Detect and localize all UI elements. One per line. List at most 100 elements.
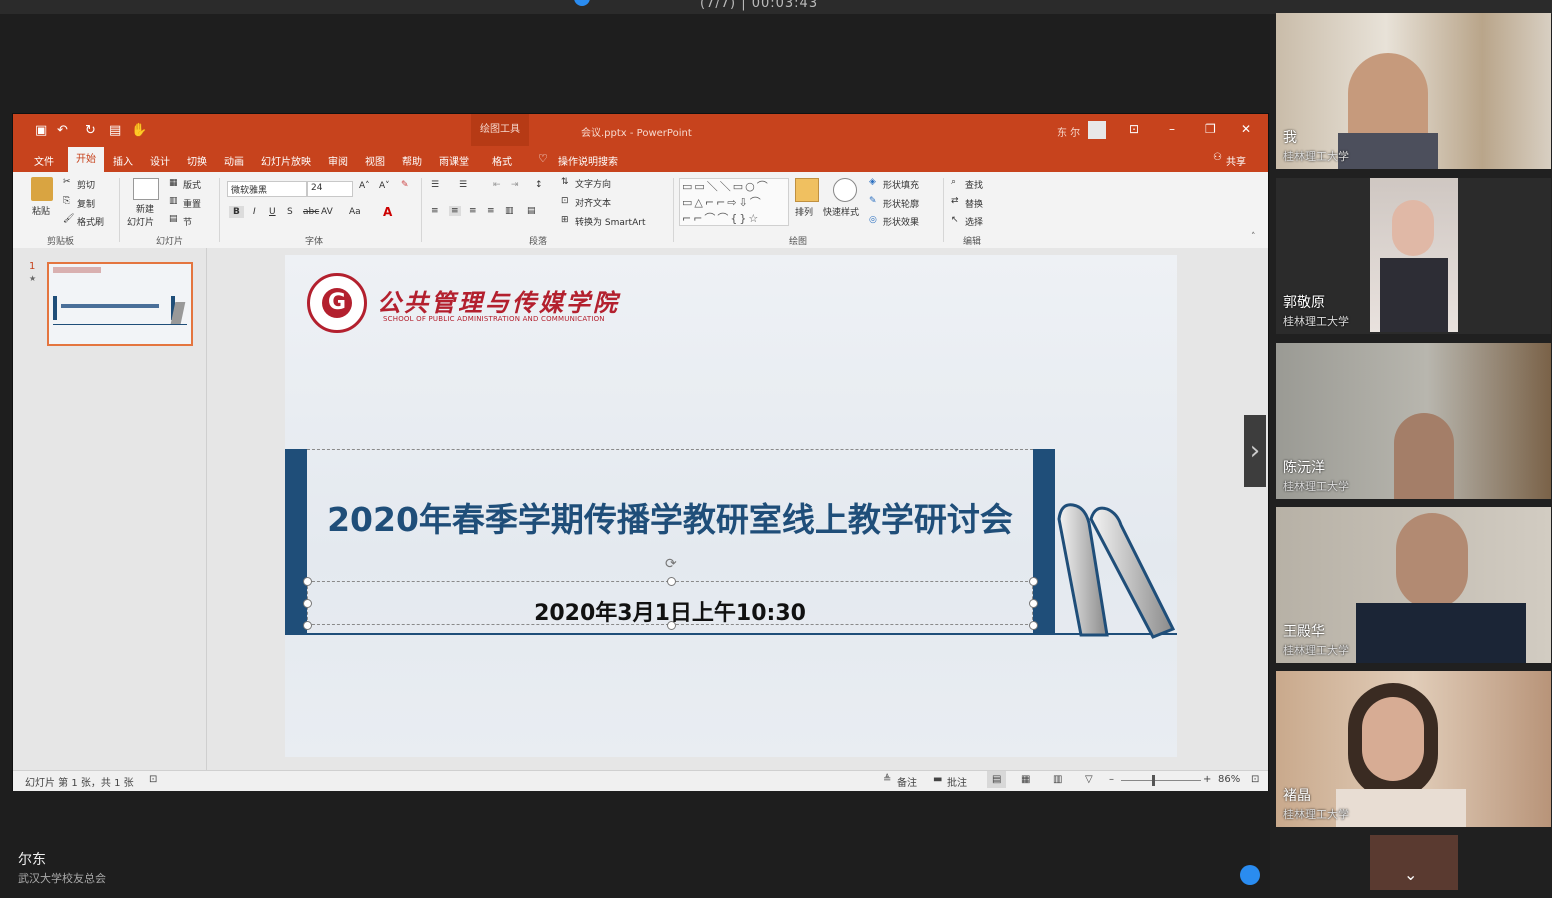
tab-rain-classroom[interactable]: 雨课堂: [439, 153, 469, 168]
notes-button[interactable]: 备注: [897, 774, 917, 789]
shape-fill-button[interactable]: 形状填充: [883, 178, 919, 191]
layout-icon[interactable]: ▦: [169, 178, 178, 188]
zoom-slider[interactable]: [1121, 780, 1201, 781]
change-case-icon[interactable]: Aa: [349, 207, 361, 217]
justify-icon[interactable]: ≡: [487, 206, 495, 216]
tab-review[interactable]: 审阅: [328, 153, 348, 168]
shape-outline-button[interactable]: 形状轮廓: [883, 197, 919, 210]
undo-icon[interactable]: ↶: [57, 123, 68, 138]
paste-icon[interactable]: [31, 177, 53, 201]
line-spacing-icon[interactable]: ↕: [535, 180, 543, 190]
resize-handle[interactable]: [303, 577, 312, 586]
zoom-out-icon[interactable]: –: [1109, 774, 1114, 785]
zoom-slider-thumb[interactable]: [1152, 775, 1155, 786]
chevron-down-icon[interactable]: ⌄: [1404, 865, 1417, 884]
reading-view-icon[interactable]: ▥: [1053, 774, 1062, 785]
shrink-font-icon[interactable]: A˅: [379, 181, 390, 191]
new-slide-icon[interactable]: [133, 178, 159, 200]
tab-animations[interactable]: 动画: [224, 153, 244, 168]
rotate-handle-icon[interactable]: ⟳: [665, 556, 677, 572]
new-slide-button[interactable]: 新建: [136, 202, 154, 215]
align-text-button[interactable]: 对齐文本: [575, 196, 611, 209]
comments-button[interactable]: 批注: [947, 774, 967, 789]
collapse-ribbon-icon[interactable]: ˄: [1251, 232, 1256, 242]
record-indicator-icon[interactable]: [574, 0, 590, 6]
tab-file[interactable]: 文件: [34, 153, 54, 168]
text-direction-button[interactable]: 文字方向: [575, 177, 611, 190]
notes-icon[interactable]: ≜: [883, 774, 891, 785]
chat-icon[interactable]: [1240, 865, 1260, 885]
ribbon-display-icon[interactable]: ⊡: [1129, 122, 1139, 136]
smartart-button[interactable]: 转换为 SmartArt: [575, 215, 645, 228]
strikethrough-icon[interactable]: abc: [303, 207, 319, 217]
find-button[interactable]: 查找: [965, 178, 983, 191]
distributed-icon[interactable]: ▥: [505, 206, 514, 216]
format-painter-icon[interactable]: 🖌: [63, 214, 74, 224]
new-slide-button-line2[interactable]: 幻灯片: [127, 215, 154, 228]
arrange-icon[interactable]: [795, 178, 819, 202]
shadow-icon[interactable]: S: [287, 207, 293, 217]
zoom-level[interactable]: 86%: [1218, 774, 1240, 785]
present-icon[interactable]: ▤: [109, 123, 121, 138]
font-name-select[interactable]: 微软雅黑: [227, 181, 307, 197]
copy-button[interactable]: 复制: [77, 197, 95, 210]
participant-tile[interactable]: 王殿华 桂林理工大学: [1276, 507, 1551, 663]
shapes-gallery[interactable]: ▭▭＼＼▭○⌒ ▭△⌐⌐⇨⇩⌒ ⌐⌐⌒⌒{}☆: [679, 178, 789, 226]
numbering-icon[interactable]: ☰: [459, 180, 467, 190]
italic-icon[interactable]: I: [253, 207, 256, 217]
close-icon[interactable]: ✕: [1241, 122, 1251, 136]
arrange-button[interactable]: 排列: [795, 205, 813, 218]
slide-thumbnail[interactable]: [47, 262, 193, 346]
participant-tile[interactable]: 郭敬原 桂林理工大学: [1276, 178, 1551, 334]
resize-handle[interactable]: [1029, 577, 1038, 586]
shape-effects-icon[interactable]: ◎: [869, 215, 877, 225]
clear-format-icon[interactable]: ✎: [401, 180, 409, 190]
tab-view[interactable]: 视图: [365, 153, 385, 168]
slideshow-view-icon[interactable]: ▽: [1085, 774, 1093, 785]
increase-indent-icon[interactable]: ⇥: [511, 180, 519, 190]
restore-icon[interactable]: ❐: [1205, 122, 1216, 136]
section-icon[interactable]: ▤: [169, 214, 178, 224]
share-icon[interactable]: ⚇: [1213, 152, 1222, 163]
replace-icon[interactable]: ⇄: [951, 196, 959, 206]
select-button[interactable]: 选择: [965, 215, 983, 228]
participant-tile-partial[interactable]: ⌄: [1370, 835, 1458, 890]
bullets-icon[interactable]: ☰: [431, 180, 439, 190]
align-left-icon[interactable]: ≡: [431, 206, 439, 216]
sorter-view-icon[interactable]: ▦: [1021, 774, 1030, 785]
quick-styles-button[interactable]: 快速样式: [823, 205, 859, 218]
normal-view-icon[interactable]: ▤: [987, 771, 1007, 788]
next-page-icon[interactable]: ›: [1244, 415, 1266, 487]
tab-home[interactable]: 开始: [68, 147, 104, 172]
reset-button[interactable]: 重置: [183, 197, 201, 210]
tab-insert[interactable]: 插入: [113, 153, 133, 168]
align-center-icon[interactable]: ≡: [449, 206, 461, 216]
tab-transitions[interactable]: 切换: [187, 153, 207, 168]
format-painter-button[interactable]: 格式刷: [77, 215, 104, 228]
cut-button[interactable]: 剪切: [77, 178, 95, 191]
participant-tile[interactable]: 陈沅洋 桂林理工大学: [1276, 343, 1551, 499]
user-avatar[interactable]: [1088, 121, 1106, 139]
fit-to-window-icon[interactable]: ⊡: [1251, 774, 1259, 785]
save-icon[interactable]: ▣: [35, 123, 47, 138]
tab-slideshow[interactable]: 幻灯片放映: [261, 153, 311, 168]
smartart-icon[interactable]: ⊞: [561, 215, 569, 225]
tab-design[interactable]: 设计: [150, 153, 170, 168]
font-size-select[interactable]: 24: [307, 181, 353, 197]
paste-button[interactable]: 粘贴: [32, 204, 50, 217]
char-spacing-icon[interactable]: AV: [321, 207, 333, 217]
font-color-icon[interactable]: A: [383, 205, 392, 219]
participant-tile[interactable]: 褚晶 桂林理工大学: [1276, 671, 1551, 827]
participant-tile[interactable]: 我 桂林理工大学: [1276, 13, 1551, 169]
section-button[interactable]: 节: [183, 215, 192, 228]
share-button[interactable]: 共享: [1226, 153, 1246, 168]
tab-format[interactable]: 格式: [492, 153, 512, 168]
underline-icon[interactable]: U: [269, 207, 276, 217]
shape-outline-icon[interactable]: ✎: [869, 196, 877, 206]
decrease-indent-icon[interactable]: ⇤: [493, 180, 501, 190]
text-direction-icon[interactable]: ⇅: [561, 177, 569, 187]
redo-icon[interactable]: ↻: [85, 123, 96, 138]
cut-icon[interactable]: ✂: [63, 177, 71, 187]
quick-styles-icon[interactable]: [833, 178, 857, 202]
minimize-icon[interactable]: –: [1169, 122, 1175, 136]
